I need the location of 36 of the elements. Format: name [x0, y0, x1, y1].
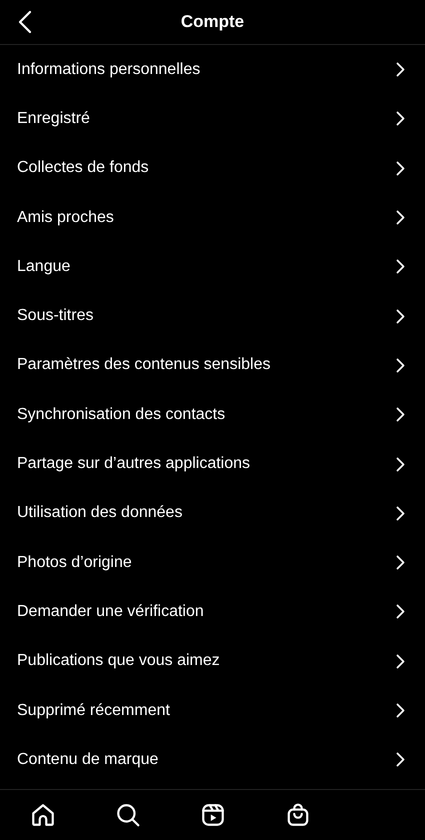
menu-item[interactable]: Photos d’origine [0, 538, 425, 588]
shopping-bag-icon [284, 802, 310, 828]
menu-item[interactable]: Amis proches [0, 192, 425, 242]
menu-item[interactable]: Supprimé récemment [0, 686, 425, 736]
chevron-right-icon [396, 210, 405, 226]
chevron-right-icon [396, 604, 405, 620]
chevron-right-icon [396, 259, 405, 274]
chevron-right-icon [396, 111, 405, 126]
menu-item[interactable]: Collectes de fonds [0, 144, 425, 193]
page-title: Compte [180, 11, 244, 34]
chevron-right-icon [396, 752, 405, 768]
chevron-right-icon [396, 506, 405, 521]
chevron-right-icon [396, 160, 405, 176]
menu-item[interactable]: Partage sur d’autres applications [0, 439, 425, 489]
menu-item[interactable]: Publications que vous aimez [0, 636, 425, 686]
chevron-right-icon [396, 407, 405, 422]
menu-item[interactable]: Langue [0, 242, 425, 292]
chevron-right-icon [396, 654, 405, 669]
chevron-right-icon [396, 62, 405, 78]
menu-item[interactable]: Demander une vérification [0, 587, 425, 637]
menu-item[interactable]: Sous-titres [0, 291, 425, 341]
search-icon [114, 802, 140, 828]
menu-item[interactable]: Synchronisation des contacts [0, 390, 425, 440]
reels-icon [200, 802, 226, 828]
menu-item[interactable]: Paramètres des contenus sensibles [0, 340, 425, 390]
home-icon [30, 802, 56, 828]
menu-item[interactable]: Informations personnelles [0, 45, 425, 94]
chevron-right-icon [396, 358, 405, 373]
menu-item[interactable]: Utilisation des données [0, 488, 425, 538]
menu-item[interactable]: Enregistré [0, 94, 425, 144]
back-icon [18, 10, 32, 34]
chevron-right-icon [396, 308, 405, 324]
chevron-right-icon [396, 555, 405, 570]
chevron-right-icon [396, 456, 405, 472]
chevron-right-icon [396, 703, 405, 718]
menu-item[interactable]: Contenu de marque [0, 735, 425, 784]
